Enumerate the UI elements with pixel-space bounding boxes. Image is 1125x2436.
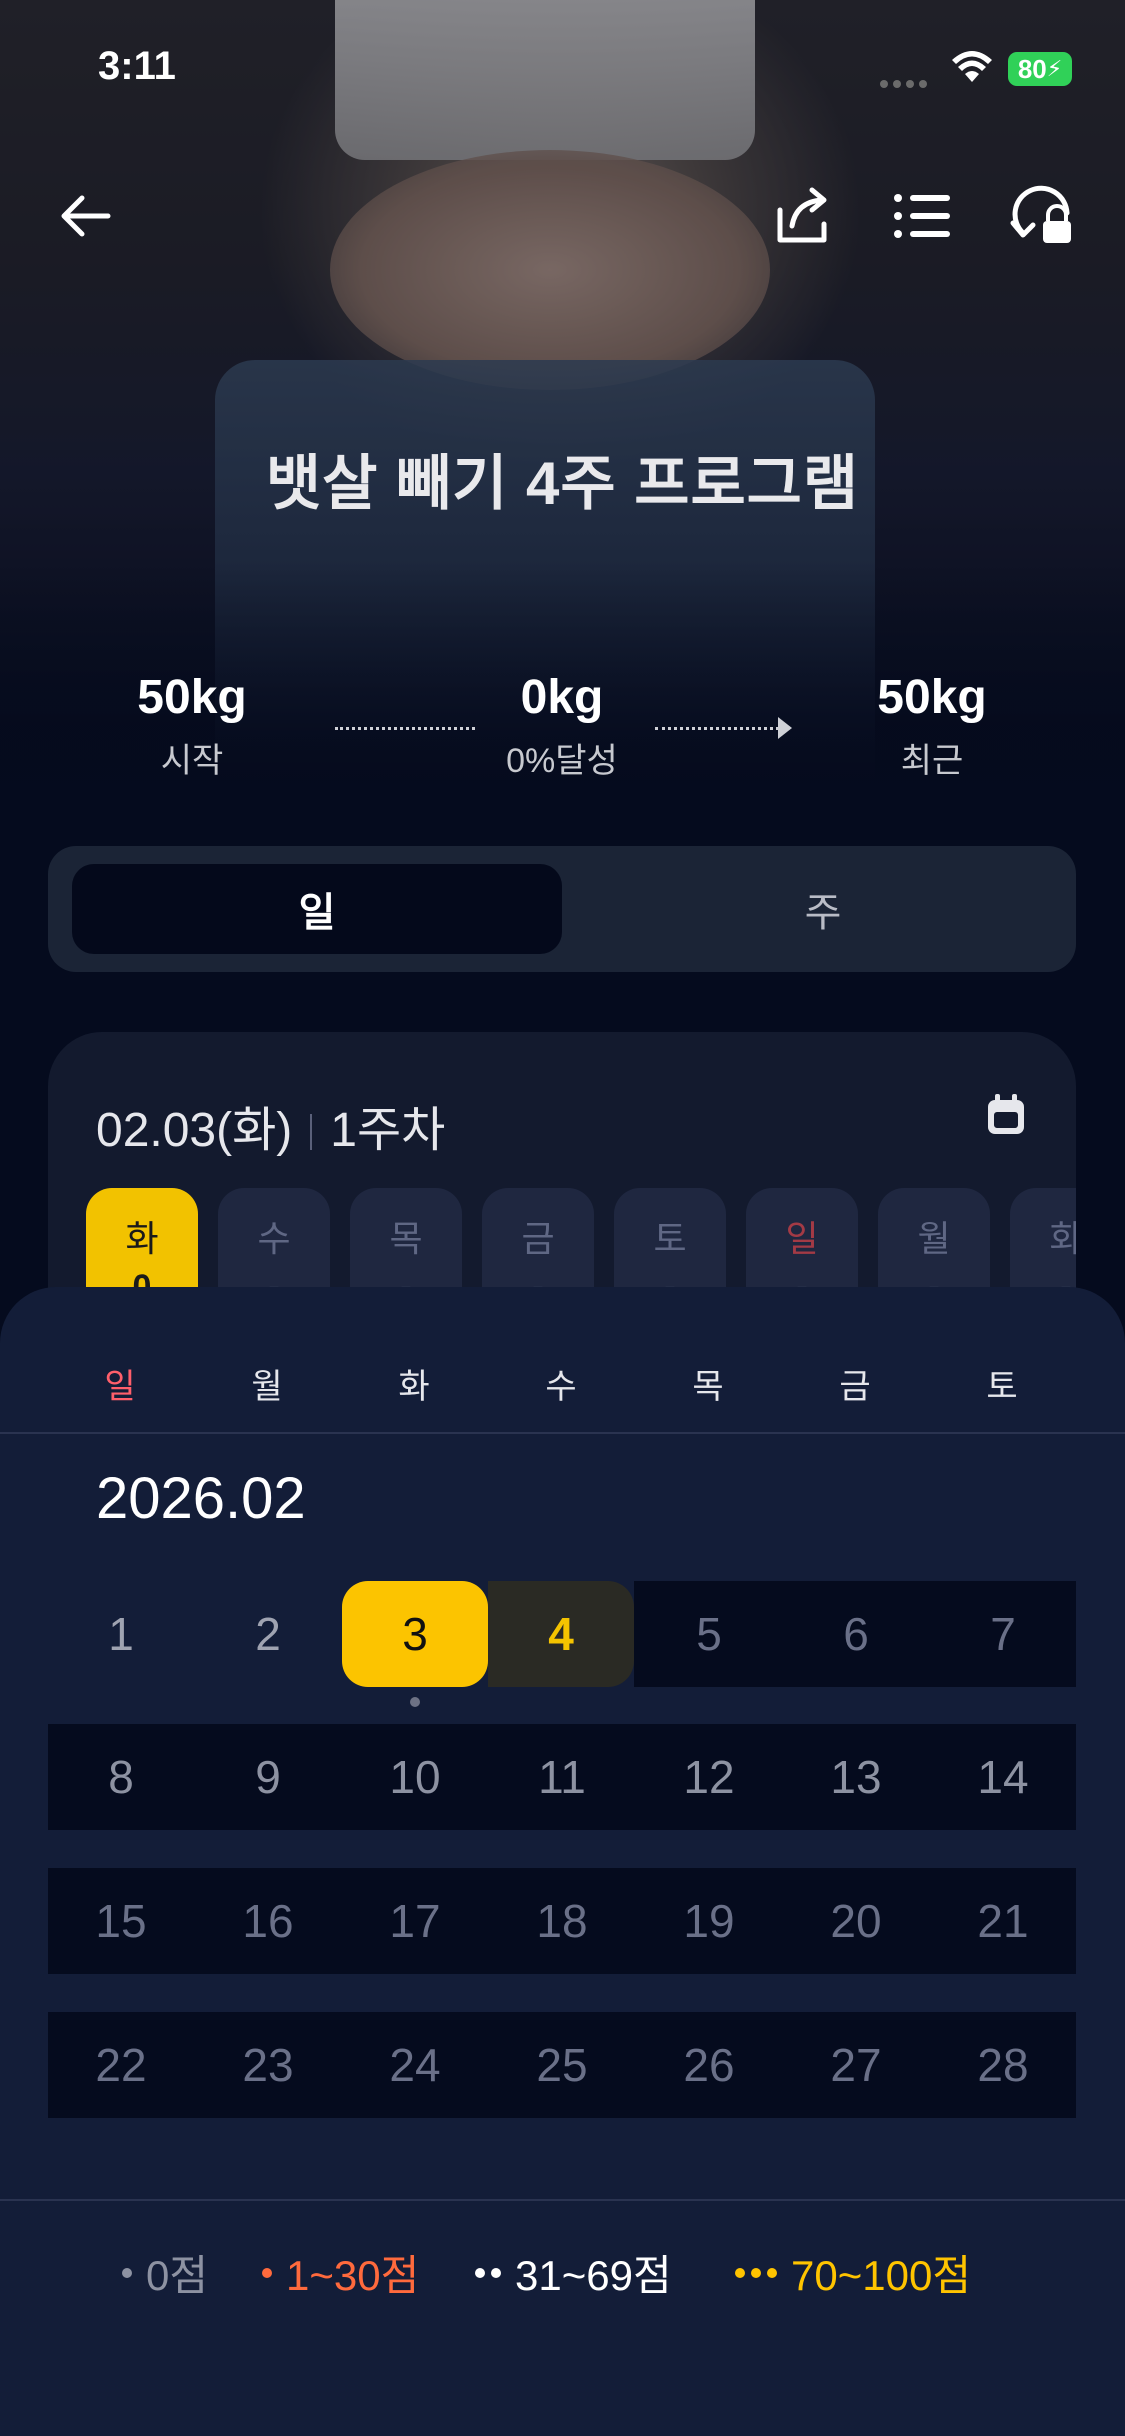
weekday-sat: 토 [986, 1368, 1018, 1406]
calendar-week: 22 23 24 25 26 27 28 [48, 2012, 1076, 2118]
share-icon [777, 187, 827, 243]
divider [0, 2199, 1125, 2201]
calendar-day[interactable]: 13 [783, 1724, 929, 1830]
calendar-day[interactable]: 20 [783, 1868, 929, 1974]
back-button[interactable] [44, 176, 124, 256]
calendar-day[interactable]: 6 [783, 1581, 929, 1687]
signal-dots [880, 75, 936, 88]
calendar-day[interactable]: 9 [195, 1724, 341, 1830]
calendar-day[interactable]: 27 [783, 2012, 929, 2118]
program-title: 뱃살 빼기 4주 프로그램 [265, 450, 860, 517]
share-button[interactable] [762, 176, 842, 256]
start-weight: 50kg [137, 671, 247, 724]
calendar-icon[interactable] [986, 1094, 1026, 1136]
calendar-day[interactable]: 15 [48, 1868, 194, 1974]
weekday-mon: 월 [251, 1368, 283, 1406]
legend-item-1: 1~30점 [262, 2242, 419, 2303]
calendar-week: 8 9 10 11 12 13 14 [48, 1724, 1076, 1830]
calendar-day[interactable]: 5 [636, 1581, 782, 1687]
calendar-day[interactable]: 21 [930, 1868, 1076, 1974]
legend-item-2: 31~69점 [475, 2242, 672, 2303]
tab-day[interactable]: 일 [72, 864, 562, 954]
divider [0, 1432, 1125, 1434]
date-header: 02.03(화) 1주차 [96, 1090, 445, 1160]
start-label: 시작 [160, 742, 224, 780]
calendar-day[interactable]: 24 [342, 2012, 488, 2118]
calendar-week: 15 16 17 18 19 20 21 [48, 1868, 1076, 1974]
recent-weight: 50kg [877, 671, 987, 724]
calendar-day[interactable]: 16 [195, 1868, 341, 1974]
progress-connector-2 [655, 727, 779, 730]
calendar-week: 1 2 3 4 5 6 7 [48, 1581, 1076, 1707]
calendar-day[interactable]: 26 [636, 2012, 782, 2118]
week-label: 1주차 [330, 1104, 446, 1157]
calendar-day[interactable]: 28 [930, 2012, 1076, 2118]
list-icon [894, 194, 950, 238]
calendar-day[interactable]: 25 [489, 2012, 635, 2118]
calendar-day[interactable]: 18 [489, 1868, 635, 1974]
score-legend: 0점 1~30점 31~69점 70~100점 [0, 2242, 1125, 2302]
calendar-day[interactable]: 8 [48, 1724, 194, 1830]
calendar-day[interactable]: 22 [48, 2012, 194, 2118]
calendar-day[interactable]: 11 [489, 1724, 635, 1830]
calendar-day[interactable]: 2 [195, 1581, 341, 1687]
progress-recent: 50kg 최근 [782, 670, 1082, 782]
calendar-day[interactable]: 7 [930, 1581, 1076, 1687]
recent-label: 최근 [900, 742, 964, 780]
view-segment-control: 일 주 [48, 846, 1076, 972]
calendar-sheet: 일 월 화 수 목 금 토 2026.02 1 2 3 4 5 6 7 8 9 … [0, 1287, 1125, 2436]
calendar-month: 2026.02 [96, 1466, 306, 1531]
calendar-day[interactable]: 1 [48, 1581, 194, 1687]
battery-indicator: 80 ⚡ [1008, 52, 1072, 86]
weekday-tue: 화 [398, 1368, 430, 1406]
calendar-day[interactable]: 14 [930, 1724, 1076, 1830]
weekday-sun: 일 [104, 1368, 136, 1406]
weekday-thu: 목 [692, 1368, 724, 1406]
wifi-icon [952, 51, 992, 82]
weekday-fri: 금 [839, 1368, 871, 1406]
tab-week[interactable]: 주 [588, 864, 1058, 954]
calendar-day[interactable]: 10 [342, 1724, 488, 1830]
current-weight: 0kg [520, 671, 604, 724]
progress-start: 50kg 시작 [42, 670, 342, 782]
calendar-day[interactable]: 23 [195, 2012, 341, 2118]
status-bar: 3:11 80 ⚡ [0, 0, 1125, 140]
legend-item-0: 0점 [122, 2242, 208, 2303]
progress-current: 0kg 0%달성 [412, 670, 712, 782]
restart-button[interactable] [1002, 176, 1082, 256]
restart-lock-icon [1010, 185, 1071, 243]
score-dot [410, 1697, 420, 1707]
calendar-day[interactable]: 17 [342, 1868, 488, 1974]
selected-date: 02.03(화) [96, 1104, 293, 1157]
current-label: 0%달성 [506, 742, 618, 780]
calendar-day[interactable]: 12 [636, 1724, 782, 1830]
back-arrow-icon [61, 195, 111, 237]
legend-item-3: 70~100점 [735, 2242, 971, 2303]
calendar-day-selected[interactable]: 3 [342, 1581, 488, 1687]
status-time: 3:11 [98, 44, 176, 88]
calendar-day-today[interactable]: 4 [488, 1581, 634, 1687]
calendar-day[interactable]: 19 [636, 1868, 782, 1974]
list-button[interactable] [882, 176, 962, 256]
weekday-wed: 수 [545, 1368, 577, 1406]
